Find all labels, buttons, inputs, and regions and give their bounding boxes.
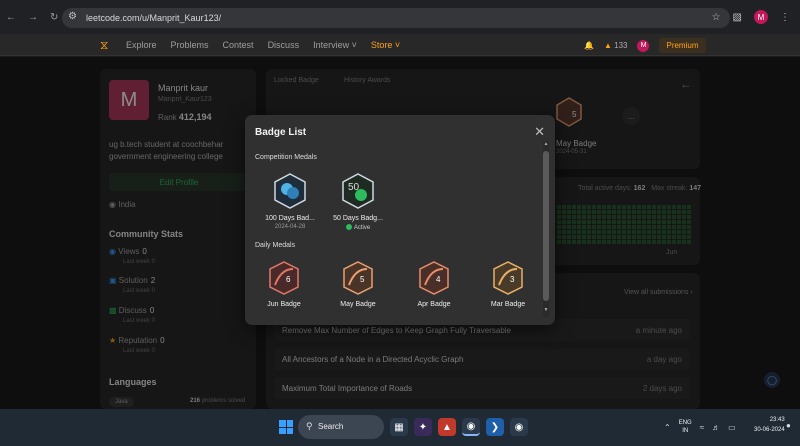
apr-badge-icon: 4 (419, 261, 449, 295)
copilot-icon[interactable]: ✦ (414, 418, 432, 436)
site-navbar: ⧖ Explore Problems Contest Discuss Inter… (0, 34, 800, 56)
clock-date: 30-06-2024 (754, 427, 785, 433)
bookmark-star-icon[interactable]: ☆ (712, 12, 721, 23)
notification-icon[interactable]: ● (786, 421, 791, 430)
browser-menu-icon[interactable]: ⋮ (780, 12, 790, 23)
nav-discuss[interactable]: Discuss (268, 40, 300, 50)
lang-code: ENG (678, 420, 692, 426)
badge-50-days[interactable]: 50 50 Days Badg... Active (323, 173, 393, 231)
scroll-up-arrow-icon[interactable]: ▲ (543, 141, 549, 147)
active-status: Active (323, 224, 393, 231)
nav-contest[interactable]: Contest (223, 40, 254, 50)
file-explorer-icon[interactable]: ▦ (390, 418, 408, 436)
taskbar-search[interactable]: ⚲ Search (298, 415, 384, 439)
active-text: Active (353, 225, 371, 231)
windows-taskbar: ⚲ Search ▦ ✦ ▲ ◉ ❯ ◉ ⌃ ENG IN ≈ ♬ ▭ 23:43… (0, 409, 800, 446)
system-clock[interactable]: 23:43 30-06-2024 (754, 415, 785, 435)
daily-medals-title: Daily Medals (255, 242, 296, 249)
wifi-icon[interactable]: ≈ (700, 423, 704, 432)
browser-nav: ← → ↻ (6, 12, 58, 23)
badge-list-modal: Badge List ✕ Competition Medals 100 Days… (245, 115, 555, 325)
badge-label: Apr Badge (417, 301, 451, 308)
nav-explore[interactable]: Explore (126, 40, 157, 50)
badge-label: Jun Badge (267, 301, 301, 308)
windows-start-icon[interactable] (279, 420, 293, 434)
nav-links: Explore Problems Contest Discuss Intervi… (126, 40, 400, 50)
badge-number: 3 (510, 275, 515, 284)
browser-actions: ☆ ▧ M ⋮ (712, 10, 790, 24)
50-days-badge-icon: 50 (342, 173, 374, 209)
badge-label: 100 Days Bad... (265, 215, 315, 222)
badge-date: 2024-04-28 (274, 224, 306, 230)
vscode-icon[interactable]: ❯ (486, 418, 504, 436)
modal-title: Badge List (255, 127, 307, 138)
search-label: Search (318, 422, 344, 431)
chrome-profile-icon[interactable]: ◉ (510, 418, 528, 436)
system-tray: ⌃ ENG IN ≈ ♬ ▭ (664, 419, 736, 435)
language-indicator[interactable]: ENG IN (679, 419, 692, 435)
modal-scrollbar-thumb[interactable] (543, 151, 549, 301)
chevron-up-icon[interactable]: ⌃ (664, 423, 671, 432)
back-arrow-icon[interactable]: ← (6, 12, 16, 23)
badge-may[interactable]: 5 May Badge (323, 261, 393, 308)
nav-right: 🔔 ▲ 133 M Premium (584, 38, 706, 53)
coins-counter[interactable]: ▲ 133 (604, 41, 628, 50)
100-days-badge-icon (274, 173, 306, 209)
battery-icon[interactable]: ▭ (728, 423, 736, 432)
address-bar[interactable]: ⚙ leetcode.com/u/Manprit_Kaur123/ (62, 8, 730, 28)
coins-value: 133 (614, 41, 628, 50)
search-icon: ⚲ (306, 421, 313, 431)
badge-label: 50 Days Badg... (333, 215, 383, 222)
nav-store[interactable]: Store ˅ (371, 40, 400, 50)
chrome-icon[interactable]: ◉ (462, 418, 480, 436)
fire-icon: ▲ (603, 41, 612, 50)
check-icon (345, 224, 352, 230)
competition-medals-title: Competition Medals (255, 154, 317, 161)
nav-problems[interactable]: Problems (171, 40, 209, 50)
badge-number: 4 (436, 275, 441, 284)
nav-interview-label: Interview (313, 40, 350, 50)
may-badge-icon: 5 (343, 261, 373, 295)
premium-button[interactable]: Premium (659, 38, 706, 53)
badge-jun[interactable]: 6 Jun Badge (249, 261, 319, 308)
badge-label: Mar Badge (490, 301, 526, 308)
forward-arrow-icon[interactable]: → (28, 12, 38, 23)
badge-number: 6 (286, 275, 291, 284)
brave-icon[interactable]: ▲ (438, 418, 456, 436)
scroll-down-arrow-icon[interactable]: ▼ (543, 307, 549, 313)
notification-bell-icon[interactable]: 🔔 (584, 41, 594, 50)
user-avatar[interactable]: M (637, 39, 650, 52)
nav-interview[interactable]: Interview ˅ (313, 40, 357, 50)
extensions-icon[interactable]: ▧ (733, 12, 742, 23)
url-text: leetcode.com/u/Manprit_Kaur123/ (86, 13, 222, 23)
badge-apr[interactable]: 4 Apr Badge (399, 261, 469, 308)
mar-badge-icon: 3 (493, 261, 523, 295)
jun-badge-icon: 6 (269, 261, 299, 295)
close-icon[interactable]: ✕ (534, 124, 545, 140)
badge-100-days[interactable]: 100 Days Bad... 2024-04-28 (255, 173, 325, 230)
browser-toolbar: ← → ↻ ⚙ leetcode.com/u/Manprit_Kaur123/ … (0, 0, 800, 34)
leetcode-logo-icon[interactable]: ⧖ (100, 38, 108, 53)
site-info-icon[interactable]: ⚙ (68, 11, 77, 22)
reload-icon[interactable]: ↻ (50, 12, 58, 23)
lang-region: IN (682, 428, 689, 434)
badge-label: May Badge (340, 301, 376, 308)
badge-mar[interactable]: 3 Mar Badge (473, 261, 543, 308)
badge-number: 5 (360, 275, 365, 284)
volume-icon[interactable]: ♬ (712, 423, 720, 432)
clock-time: 23:43 (769, 417, 785, 423)
browser-profile-avatar[interactable]: M (754, 10, 768, 24)
nav-store-label: Store (370, 40, 393, 50)
